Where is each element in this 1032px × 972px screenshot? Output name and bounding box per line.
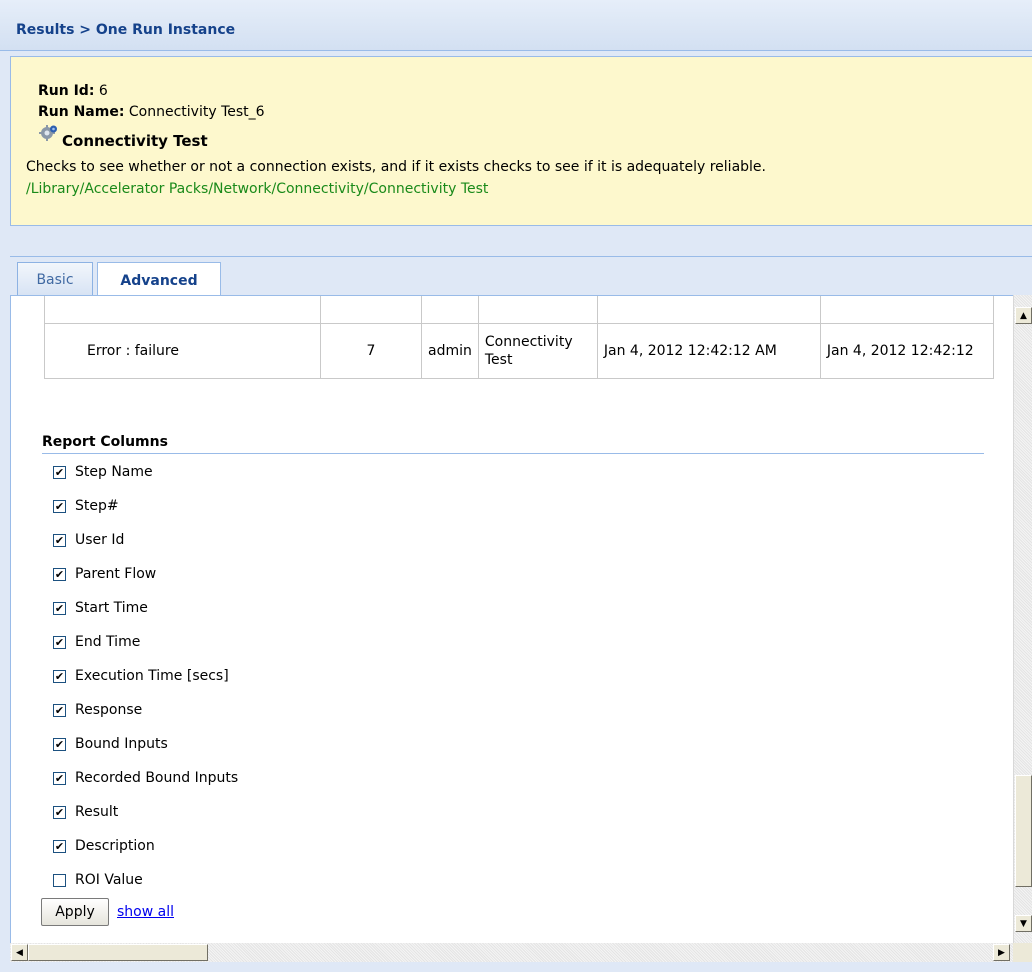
tab-strip: Basic Advanced: [10, 256, 1032, 298]
table-row[interactable]: Error : failure 7 admin Connectivity Tes…: [44, 323, 994, 379]
step-name-cell: Error : failure: [44, 323, 321, 379]
run-name-label: Run Name:: [38, 104, 125, 120]
bottom-padding: [0, 962, 1032, 972]
scroll-left-icon[interactable]: ◀: [11, 944, 28, 961]
scroll-right-icon[interactable]: ▶: [993, 944, 1010, 961]
checkbox[interactable]: [53, 499, 66, 513]
checkbox[interactable]: [53, 635, 66, 649]
report-column-label: Result: [75, 804, 119, 820]
run-id-label: Run Id:: [38, 83, 95, 99]
report-column-option[interactable]: Parent Flow: [53, 564, 156, 584]
table-row: [44, 296, 994, 324]
run-name-value: Connectivity Test_6: [128, 104, 265, 120]
section-divider: [42, 453, 984, 454]
show-all-link[interactable]: show all: [117, 904, 174, 920]
report-column-option[interactable]: Step Name: [53, 462, 153, 482]
report-column-label: Bound Inputs: [75, 736, 168, 752]
report-column-label: End Time: [75, 634, 141, 650]
flow-name: Connectivity Test: [62, 132, 208, 150]
report-column-option[interactable]: User Id: [53, 530, 124, 550]
report-column-option[interactable]: Bound Inputs: [53, 734, 168, 754]
parent-flow-cell: Connectivity Test: [477, 323, 598, 379]
flow-description: Checks to see whether or not a connectio…: [26, 159, 766, 175]
tab-basic[interactable]: Basic: [17, 262, 93, 296]
checkbox[interactable]: [53, 601, 66, 615]
apply-button[interactable]: Apply: [41, 898, 109, 926]
horizontal-scroll-thumb[interactable]: [28, 944, 208, 961]
checkbox[interactable]: [53, 839, 66, 853]
results-table: Error : failure 7 admin Connectivity Tes…: [44, 296, 994, 379]
report-column-label: Parent Flow: [75, 566, 157, 582]
checkbox[interactable]: [53, 805, 66, 819]
report-column-option[interactable]: Execution Time [secs]: [53, 666, 229, 686]
breadcrumb: Results > One Run Instance: [16, 22, 236, 38]
checkbox[interactable]: [53, 669, 66, 683]
checkbox[interactable]: [53, 873, 66, 887]
checkbox[interactable]: [53, 737, 66, 751]
scroll-down-icon[interactable]: ▼: [1015, 915, 1032, 932]
checkbox[interactable]: [53, 465, 66, 479]
scroll-up-icon[interactable]: ▲: [1015, 307, 1032, 324]
start-time-cell: Jan 4, 2012 12:42:12 AM: [596, 323, 821, 379]
horizontal-scrollbar[interactable]: ◀ ▶: [10, 943, 1013, 962]
checkbox[interactable]: [53, 771, 66, 785]
report-column-option[interactable]: End Time: [53, 632, 140, 652]
vertical-scroll-thumb[interactable]: [1015, 775, 1032, 887]
report-column-option[interactable]: ROI Value: [53, 870, 143, 890]
report-column-option[interactable]: Result: [53, 802, 118, 822]
run-id-value: 6: [98, 83, 108, 99]
report-column-option[interactable]: Recorded Bound Inputs: [53, 768, 238, 788]
checkbox[interactable]: [53, 533, 66, 547]
report-column-label: Response: [75, 702, 143, 718]
tab-advanced[interactable]: Advanced: [97, 262, 221, 298]
report-column-option[interactable]: Start Time: [53, 598, 148, 618]
report-column-label: Step Name: [75, 464, 153, 480]
report-columns-title: Report Columns: [42, 434, 168, 450]
run-id-line: Run Id: 6: [38, 83, 108, 99]
report-column-option[interactable]: Description: [53, 836, 155, 856]
end-time-cell: Jan 4, 2012 12:42:12: [819, 323, 994, 379]
run-name-line: Run Name: Connectivity Test_6: [38, 104, 265, 120]
run-info-panel: Run Id: 6 Run Name: Connectivity Test_6 …: [10, 56, 1032, 226]
scrollbar-corner: [1013, 943, 1032, 962]
report-column-label: Execution Time [secs]: [75, 668, 229, 684]
report-column-label: Recorded Bound Inputs: [75, 770, 239, 786]
step-number-cell: 7: [320, 323, 422, 379]
report-column-label: ROI Value: [75, 872, 143, 888]
checkbox[interactable]: [53, 567, 66, 581]
report-column-label: User Id: [75, 532, 125, 548]
report-column-label: Description: [75, 838, 155, 854]
gear-icon: [39, 125, 57, 141]
report-column-label: Start Time: [75, 600, 148, 616]
header-bar: Results > One Run Instance: [0, 0, 1032, 51]
vertical-scrollbar[interactable]: ▲ ▼: [1013, 295, 1032, 943]
checkbox[interactable]: [53, 703, 66, 717]
user-id-cell: admin: [421, 323, 479, 379]
report-column-option[interactable]: Step#: [53, 496, 119, 516]
advanced-tab-content: Error : failure 7 admin Connectivity Tes…: [10, 295, 1014, 944]
report-column-label: Step#: [75, 498, 119, 514]
flow-path: /Library/Accelerator Packs/Network/Conne…: [26, 181, 489, 197]
report-column-option[interactable]: Response: [53, 700, 142, 720]
